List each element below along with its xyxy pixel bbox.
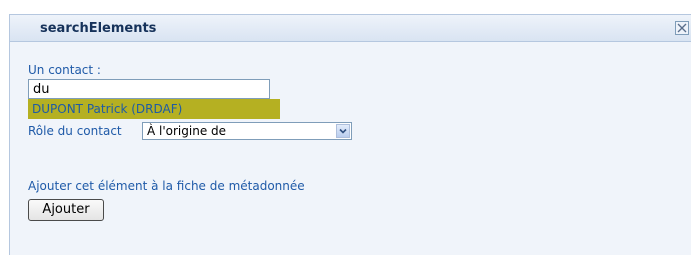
contact-input[interactable] — [28, 79, 270, 99]
role-select-value: À l'origine de — [147, 124, 227, 138]
role-label: Rôle du contact — [28, 124, 122, 138]
role-select[interactable]: À l'origine de — [142, 122, 352, 140]
panel-title: searchElements — [40, 21, 157, 36]
close-icon — [677, 23, 687, 33]
close-button[interactable] — [675, 21, 689, 35]
title-bar: searchElements — [10, 15, 691, 42]
chevron-down-icon — [339, 128, 347, 134]
search-elements-panel: searchElements Un contact : DUPONT Patri… — [9, 14, 691, 255]
dropdown-arrow-button[interactable] — [336, 124, 350, 138]
add-button[interactable]: Ajouter — [28, 199, 104, 221]
add-element-info: Ajouter cet élément à la fiche de métado… — [28, 179, 305, 193]
contact-label: Un contact : — [28, 63, 101, 77]
autocomplete-suggestion[interactable]: DUPONT Patrick (DRDAF) — [28, 99, 280, 119]
